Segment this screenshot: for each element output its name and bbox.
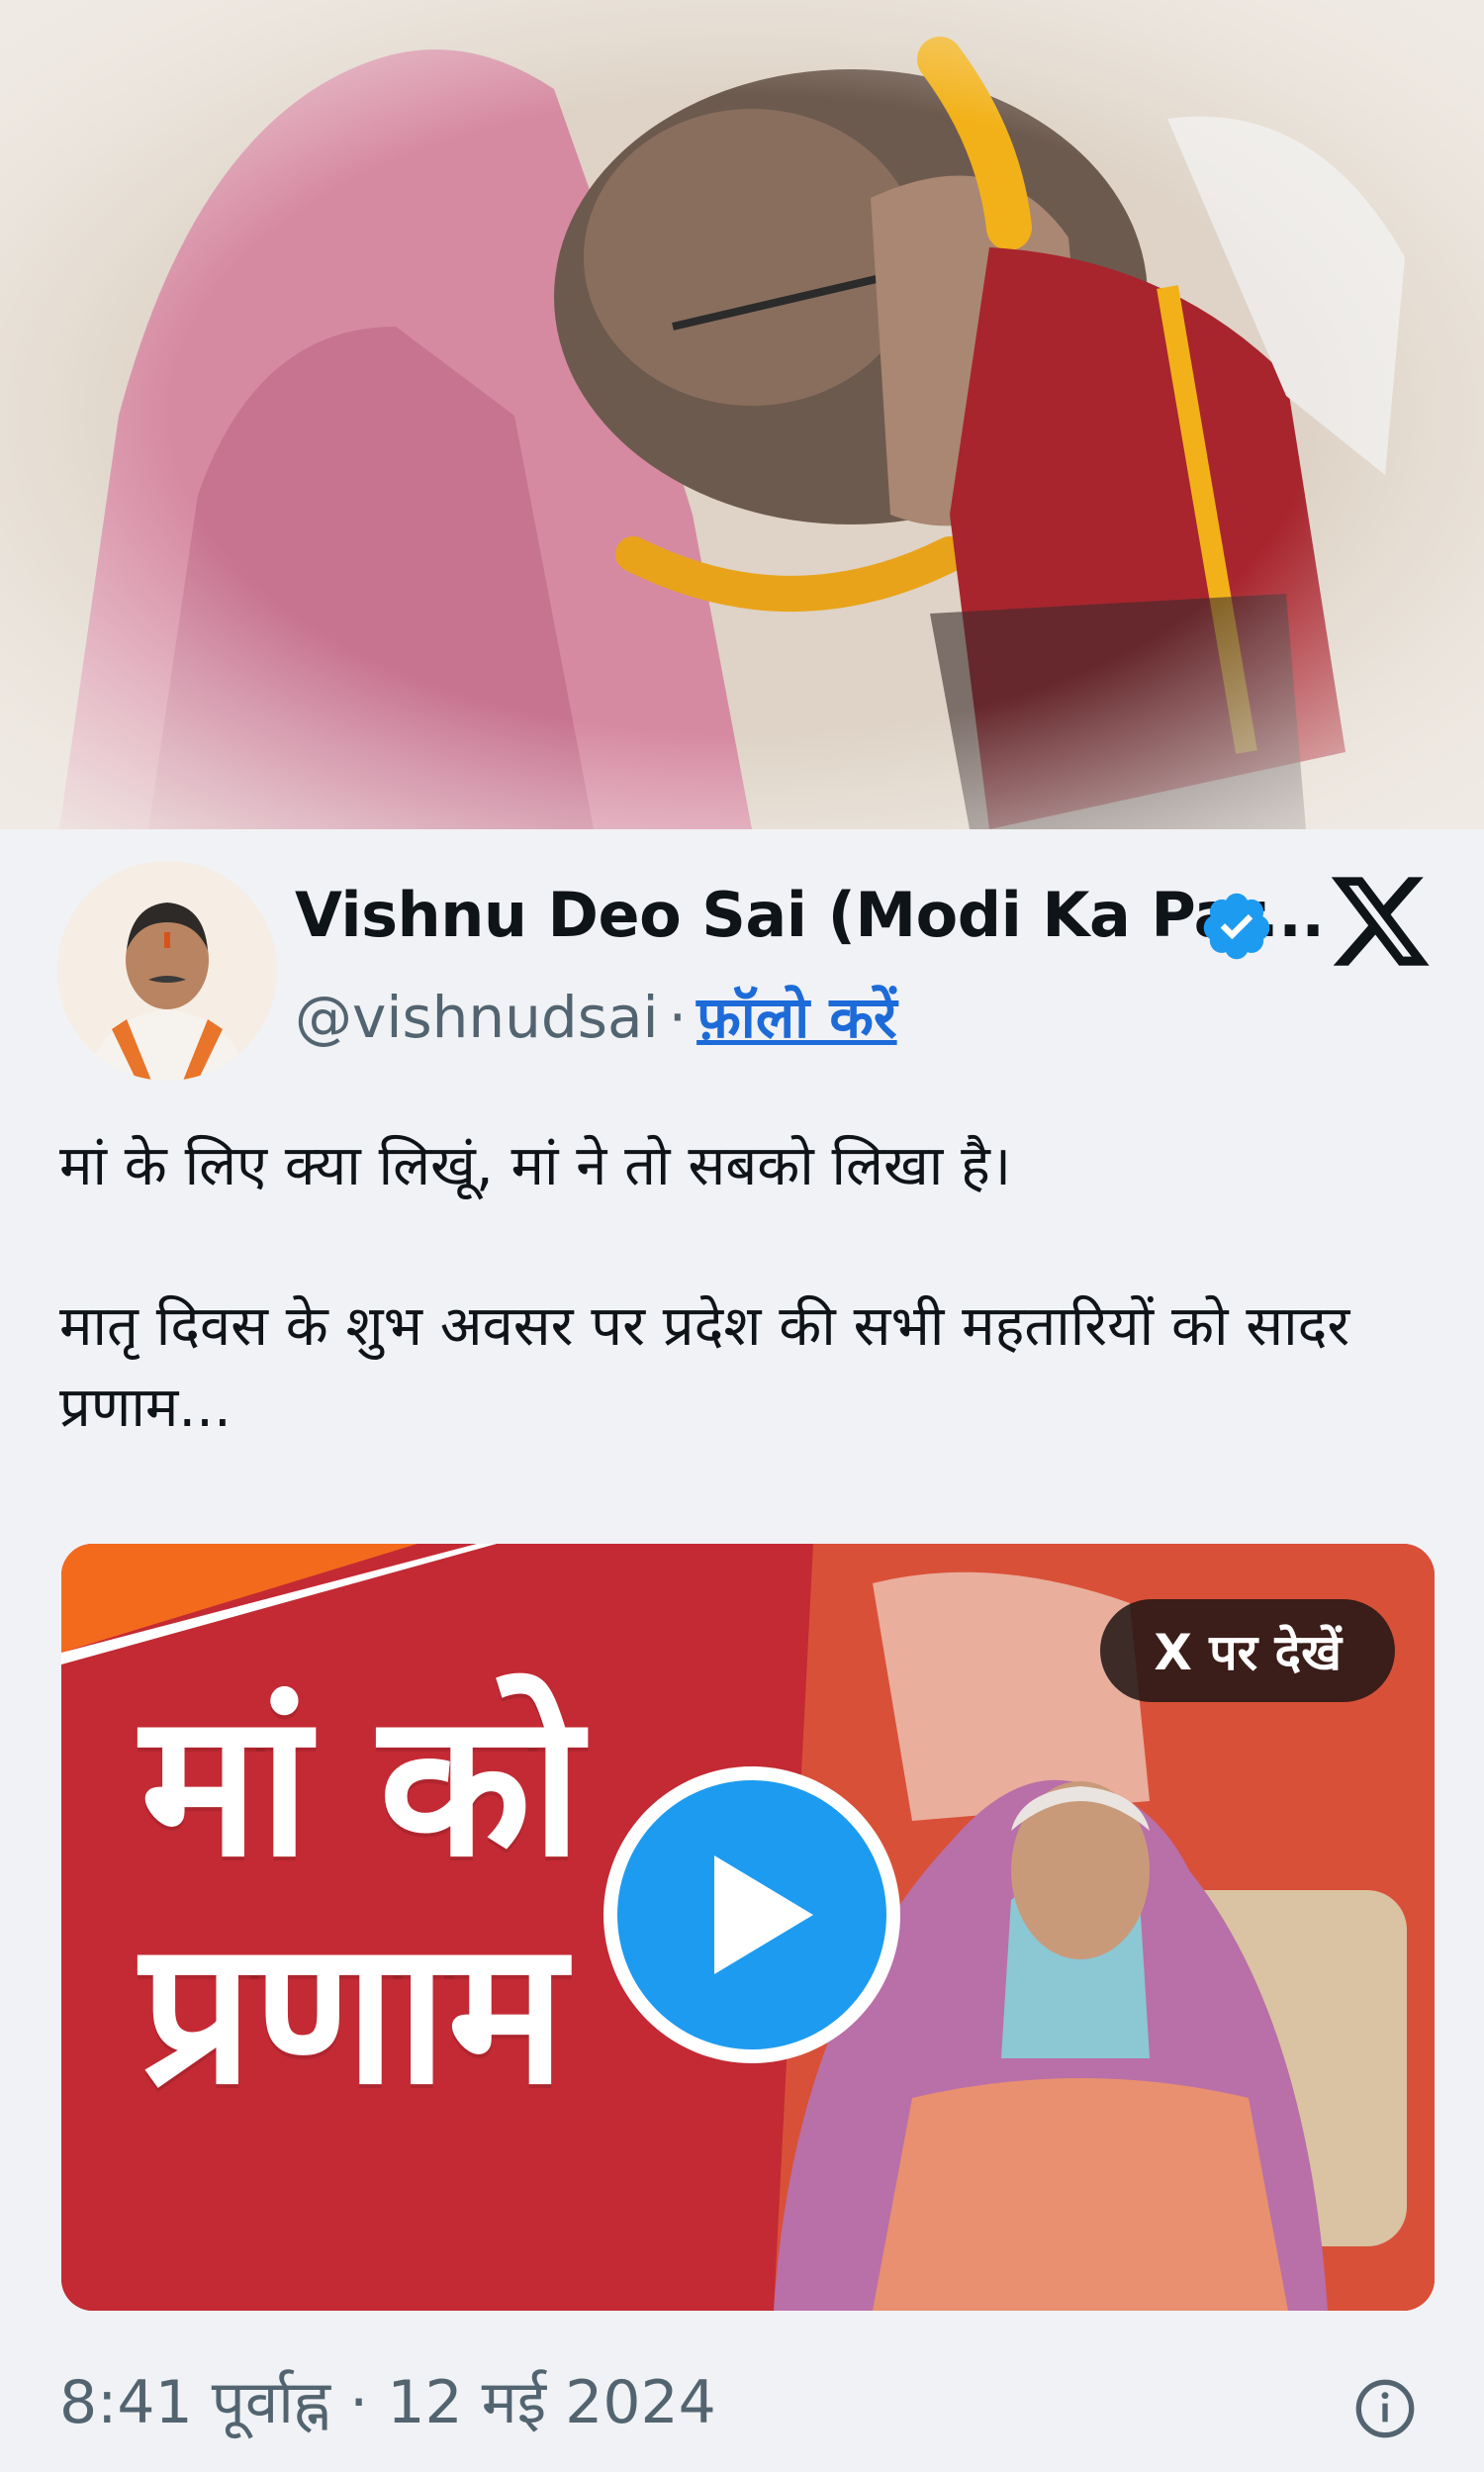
view-on-x-button[interactable]: X पर देखें <box>1100 1599 1395 1702</box>
handle-row: @vishnudsai · फ़ॉलो करें <box>295 976 897 1054</box>
author-name[interactable]: Vishnu Deo Sai (Modi Ka Par... <box>295 879 1325 951</box>
tweet-card: Vishnu Deo Sai (Modi Ka Par... @vishnuds… <box>0 829 1484 2472</box>
play-button[interactable] <box>603 1766 900 2063</box>
tweet-text-line: मातृ दिवस के शुभ अवसर पर प्रदेश की सभी म… <box>59 1294 1350 1440</box>
tweet-text-line: मां के लिए क्या लिखूं, मां ने तो सबको लि… <box>59 1134 1012 1198</box>
info-icon[interactable] <box>1353 2377 1417 2440</box>
avatar[interactable] <box>57 861 277 1081</box>
tweet-text: मां के लिए क्या लिखूं, मां ने तो सबको लि… <box>59 1126 1435 1449</box>
video-media[interactable]: मां को प्रणाम X पर देखें <box>61 1544 1435 2311</box>
author-handle[interactable]: @vishnudsai <box>295 984 659 1051</box>
separator: · <box>668 984 688 1051</box>
follow-button[interactable]: फ़ॉलो करें <box>696 984 897 1051</box>
verified-badge-icon <box>1203 893 1270 960</box>
play-icon <box>714 1855 813 1974</box>
header-photo <box>0 0 1484 829</box>
x-logo-icon[interactable] <box>1326 867 1435 976</box>
timestamp[interactable]: 8:41 पूर्वाह्न · 12 मई 2024 <box>59 2359 716 2440</box>
